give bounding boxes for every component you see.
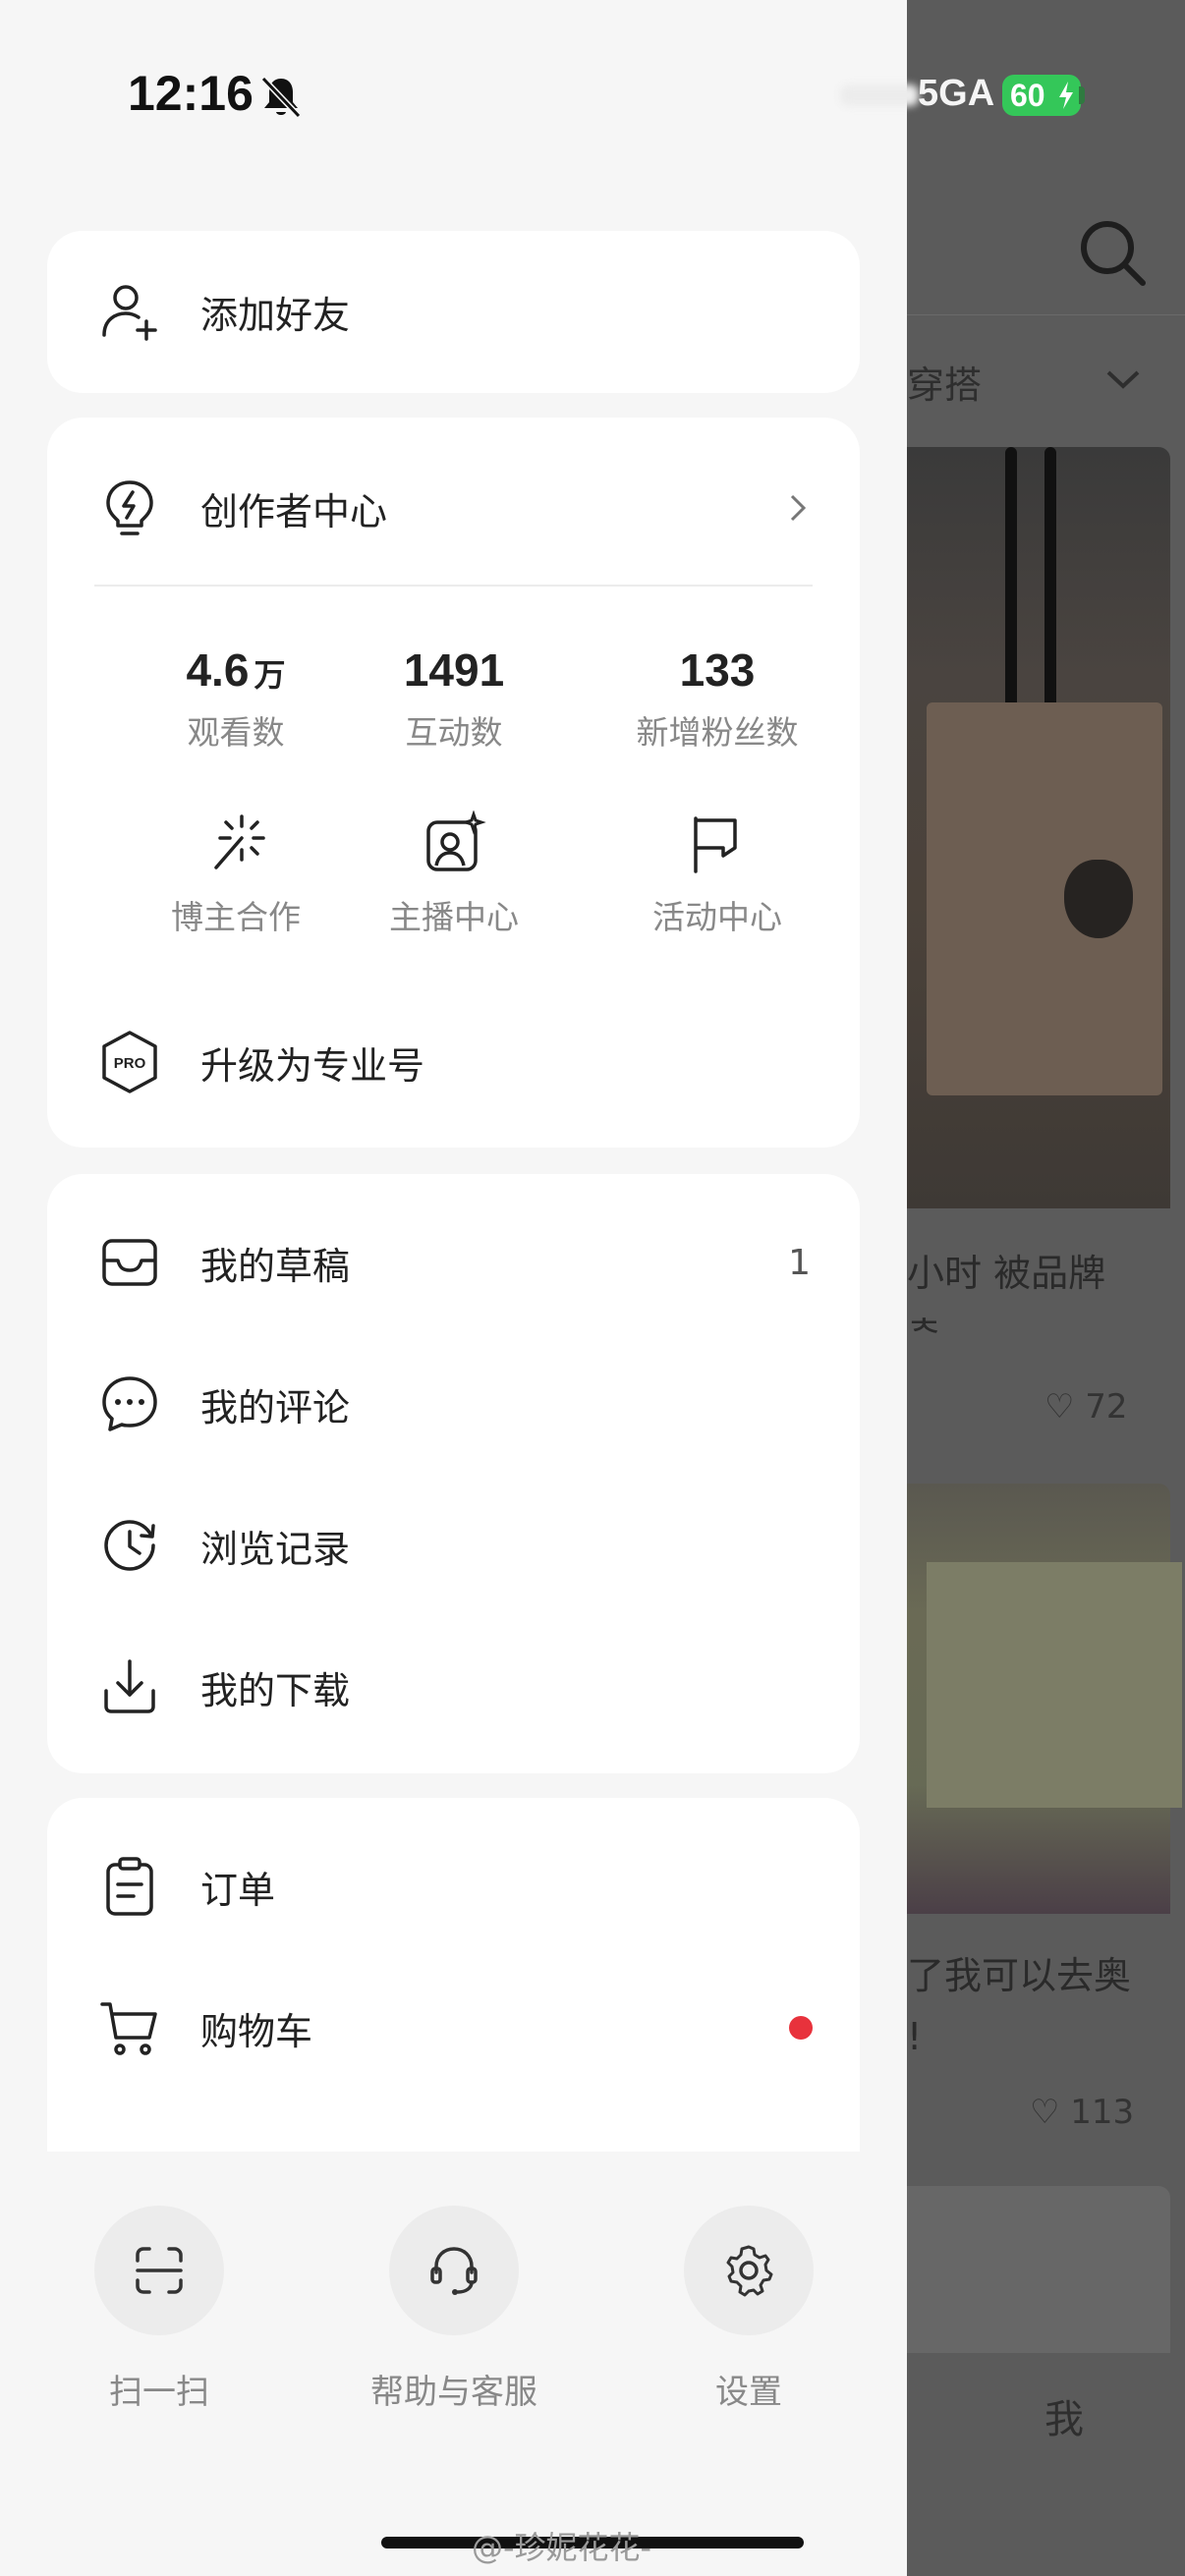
tool-streamer-center[interactable]: 主播中心	[326, 811, 582, 938]
flag-icon	[694, 816, 737, 873]
content-menu-card: 我的草稿 1 我的评论 浏览记录 我的下载	[47, 1174, 860, 1773]
menu-downloads[interactable]: 我的下载	[47, 1628, 860, 1746]
tab-me[interactable]: 我	[1044, 2387, 1084, 2444]
like-count[interactable]: ♡ 72	[1044, 1387, 1128, 1427]
menu-label: 浏览记录	[200, 1527, 351, 1571]
stat-caption: 互动数	[405, 713, 503, 752]
settings-button-circle	[684, 2206, 814, 2335]
menu-drafts[interactable]: 我的草稿 1	[47, 1204, 860, 1321]
filter-tab[interactable]: 穿搭	[907, 355, 982, 409]
bag-strap	[1005, 447, 1017, 732]
stat-views[interactable]: 4.6 万 观看数	[108, 644, 364, 754]
add-friend-label: 添加好友	[200, 293, 351, 337]
stat-caption: 观看数	[187, 713, 285, 752]
chevron-right-icon	[790, 494, 807, 522]
stat-new-followers[interactable]: 133 新增粉丝数	[590, 644, 845, 754]
notification-dot	[789, 2016, 813, 2040]
headset-icon	[430, 2247, 478, 2295]
chevron-down-icon[interactable]	[1099, 355, 1148, 404]
tool-label: 博主合作	[171, 898, 301, 936]
menu-label: 我的下载	[200, 1668, 351, 1712]
help-button-circle	[389, 2206, 519, 2335]
bell-muted-icon	[260, 76, 302, 119]
stat-unit: 万	[254, 656, 286, 694]
svg-text:PRO: PRO	[114, 1055, 146, 1072]
battery-tip	[1079, 86, 1085, 104]
add-friend-row[interactable]: 添加好友	[47, 252, 860, 370]
background-feed: 穿搭 小时 被品牌 ᅕ ♡ 72 了我可以去奥 ! ♡ 113 我	[907, 0, 1185, 2576]
menu-label: 订单	[200, 1868, 276, 1912]
tool-event-center[interactable]: 活动中心	[590, 811, 845, 938]
pro-badge-icon: PRO	[102, 1031, 157, 1093]
tool-label: 活动中心	[652, 898, 782, 936]
scan-button-circle	[94, 2206, 224, 2335]
shopping-cart-icon	[100, 2002, 157, 2055]
feed-card-image[interactable]	[907, 2186, 1170, 2353]
heart-icon: ♡	[1030, 2093, 1060, 2132]
gear-icon	[726, 2245, 773, 2297]
menu-label: 购物车	[200, 2009, 313, 2053]
document-photo	[927, 1562, 1182, 1808]
inbox-tray-icon	[102, 1239, 157, 1286]
chat-bubble-icon	[102, 1376, 157, 1431]
lightbulb-bolt-icon	[106, 480, 153, 535]
stat-value: 133	[679, 644, 756, 696]
apple-logo-icon	[1064, 860, 1133, 938]
scan-button[interactable]: 扫一扫	[12, 2206, 307, 2413]
scan-icon	[136, 2247, 183, 2294]
stat-value: 4.6	[186, 644, 250, 696]
add-user-icon	[102, 285, 157, 341]
draft-count: 1	[788, 1242, 811, 1283]
feed-card-title[interactable]: 小时 被品牌 ᅕ	[907, 1243, 1105, 1365]
feed-card-image[interactable]	[907, 447, 1170, 1208]
download-icon	[104, 1659, 155, 1713]
charging-bolt-icon	[1059, 82, 1073, 109]
settings-label: 设置	[715, 2373, 782, 2412]
menu-label: 我的评论	[200, 1385, 351, 1429]
like-count[interactable]: ♡ 113	[1030, 2093, 1134, 2132]
menu-history[interactable]: 浏览记录	[47, 1486, 860, 1604]
add-friend-card: 添加好友	[47, 231, 860, 393]
feed-card-title[interactable]: 了我可以去奥 !	[907, 1945, 1131, 2067]
help-support-button[interactable]: 帮助与客服	[307, 2206, 601, 2413]
menu-comments[interactable]: 我的评论	[47, 1345, 860, 1463]
category-filter-bar: 穿搭	[907, 314, 1185, 438]
tool-label: 主播中心	[389, 898, 519, 936]
live-portrait-icon	[426, 811, 486, 871]
menu-cart[interactable]: 购物车	[47, 1969, 860, 2087]
menu-orders[interactable]: 订单	[47, 1827, 860, 1945]
search-icon[interactable]	[1074, 214, 1153, 293]
magic-wand-icon	[214, 814, 265, 869]
history-clock-icon	[104, 1520, 155, 1571]
creator-center-label: 创作者中心	[200, 489, 388, 533]
battery-indicator: 60	[1002, 75, 1081, 116]
creator-center-card: 创作者中心 4.6 万 观看数 1491 互动数 133 新增粉丝数 博主合作 …	[47, 418, 860, 1148]
heart-icon: ♡	[1044, 1387, 1075, 1427]
side-drawer: 添加好友 创作者中心 4.6 万 观看数 1491 互动数 133 新增粉丝数 …	[0, 0, 907, 2576]
settings-button[interactable]: 设置	[601, 2206, 896, 2413]
clipboard-icon	[106, 1857, 153, 1916]
upgrade-pro-label: 升级为专业号	[200, 1043, 425, 1088]
creator-center-row[interactable]: 创作者中心	[47, 449, 860, 567]
bag-strap	[1044, 447, 1056, 732]
status-time: 12:16	[128, 66, 254, 121]
stat-interactions[interactable]: 1491 互动数	[326, 644, 582, 754]
help-label: 帮助与客服	[370, 2373, 537, 2412]
upgrade-pro-row[interactable]: PRO 升级为专业号	[47, 1003, 860, 1121]
shop-menu-card: 订单 购物车	[47, 1798, 860, 2152]
divider	[94, 585, 813, 587]
signal-strength-icon	[840, 84, 919, 106]
scan-label: 扫一扫	[109, 2373, 209, 2412]
stat-caption: 新增粉丝数	[636, 713, 799, 752]
stat-value: 1491	[403, 644, 505, 696]
network-type: 5GA	[918, 73, 995, 114]
watermark: @-珍妮花花-	[472, 2529, 652, 2566]
battery-level: 60	[1010, 78, 1045, 113]
feed-card-image[interactable]	[907, 1484, 1182, 1914]
tool-blogger-collab[interactable]: 博主合作	[108, 811, 364, 938]
menu-label: 我的草稿	[200, 1244, 351, 1288]
